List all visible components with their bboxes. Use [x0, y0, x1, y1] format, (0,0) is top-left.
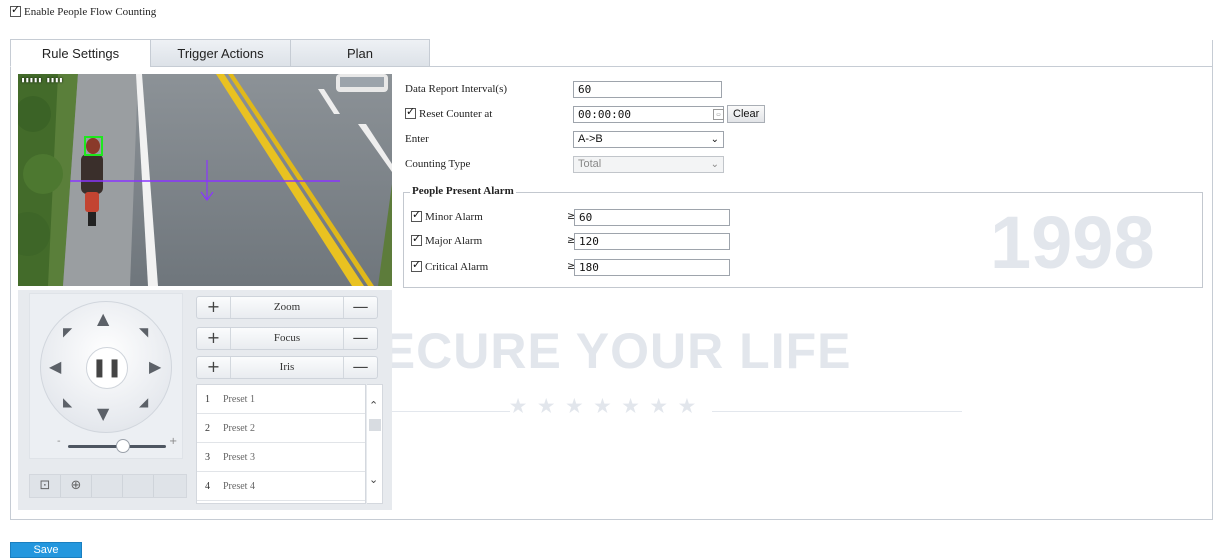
- counting-type-value: Total: [578, 158, 602, 170]
- enter-value: A->B: [578, 133, 603, 145]
- chevron-down-icon: ⌄: [710, 159, 719, 170]
- preset-number: 3: [205, 452, 210, 463]
- direction-pad: ▲ ▼ ◀ ▶ ◤ ◥ ◣ ◢ ❚❚ - +: [29, 293, 183, 459]
- reset-counter-label: Reset Counter at: [419, 108, 493, 120]
- arrow-up-left-icon[interactable]: ◤: [63, 326, 72, 338]
- minor-alarm-threshold-input[interactable]: 60: [574, 209, 730, 226]
- critical-alarm-threshold-input[interactable]: 180: [574, 259, 730, 276]
- enter-label: Enter: [405, 133, 429, 145]
- ptz-toolbar: ⊡ ⊕: [29, 474, 187, 498]
- tab-bar: Rule Settings Trigger Actions Plan: [10, 39, 430, 67]
- arrow-up-icon[interactable]: ▲: [97, 311, 109, 327]
- preset-number: 4: [205, 481, 210, 492]
- lock-icon[interactable]: ⊡: [30, 475, 61, 497]
- major-alarm-label: Major Alarm: [425, 235, 483, 247]
- major-alarm-checkbox[interactable]: [411, 232, 422, 246]
- preset-number: 1: [205, 394, 210, 405]
- zoom-label: Zoom: [273, 301, 301, 313]
- major-alarm-checkbox-label[interactable]: Major Alarm: [411, 232, 483, 247]
- tab-plan[interactable]: Plan: [290, 39, 430, 67]
- pause-button[interactable]: ❚❚: [86, 347, 128, 389]
- speed-plus-label: +: [169, 436, 178, 447]
- critical-alarm-checkbox[interactable]: [411, 258, 422, 272]
- direction-pad-ring: ▲ ▼ ◀ ▶ ◤ ◥ ◣ ◢ ❚❚: [40, 301, 172, 433]
- tab-rule-settings[interactable]: Rule Settings: [10, 39, 150, 67]
- clear-button[interactable]: Clear: [727, 105, 766, 123]
- enable-people-flow-checkbox[interactable]: Enable People Flow Counting: [10, 3, 157, 18]
- arrow-down-right-icon[interactable]: ◢: [139, 396, 148, 408]
- 3d-positioning-icon[interactable]: ⊕: [61, 475, 92, 497]
- preset-name: Preset 3: [223, 452, 255, 463]
- iris-minus-button[interactable]: —: [343, 357, 377, 378]
- arrow-down-left-icon[interactable]: ◣: [63, 396, 72, 408]
- preset-name: Preset 1: [223, 394, 255, 405]
- minor-alarm-checkbox[interactable]: [411, 208, 422, 222]
- people-present-alarm-fieldset: [403, 192, 1203, 288]
- scroll-up-icon[interactable]: ⌃: [369, 399, 378, 412]
- tab-underline: [430, 66, 1213, 67]
- counting-type-select: Total ⌄: [573, 156, 724, 173]
- iris-plus-button[interactable]: +: [197, 357, 231, 378]
- minor-alarm-label: Minor Alarm: [425, 211, 483, 223]
- chevron-down-icon: ⌄: [710, 134, 719, 145]
- arrow-up-right-icon[interactable]: ◥: [139, 326, 148, 338]
- speed-minus-label: -: [57, 436, 61, 447]
- focus-control: + Focus —: [196, 327, 378, 350]
- pause-icon: ❚❚: [91, 357, 123, 378]
- zoom-in-button[interactable]: +: [197, 297, 231, 318]
- speed-slider-knob[interactable]: [116, 439, 130, 453]
- critical-alarm-checkbox-label[interactable]: Critical Alarm: [411, 258, 489, 273]
- preset-name: Preset 4: [223, 481, 255, 492]
- focus-minus-button[interactable]: —: [343, 328, 377, 349]
- preset-number: 2: [205, 423, 210, 434]
- arrow-right-icon[interactable]: ▶: [149, 359, 161, 375]
- zoom-out-button[interactable]: —: [343, 297, 377, 318]
- focus-label: Focus: [273, 332, 301, 344]
- tab-trigger-actions[interactable]: Trigger Actions: [150, 39, 290, 67]
- scroll-down-icon[interactable]: ⌄: [369, 473, 378, 486]
- reset-counter-checkbox[interactable]: [405, 105, 416, 119]
- enable-people-flow-label: Enable People Flow Counting: [24, 6, 157, 18]
- preset-scrollbar[interactable]: ⌃ ⌄: [367, 384, 383, 504]
- preset-item[interactable]: 3 Preset 3: [197, 443, 365, 472]
- arrow-down-icon[interactable]: ▼: [97, 406, 109, 422]
- toolbar-slot-3: [92, 475, 123, 497]
- reset-counter-checkbox-label[interactable]: Reset Counter at: [405, 105, 493, 120]
- reset-counter-time-value: 00:00:00: [578, 108, 631, 121]
- osd-text-overlay: ▮▮▮▮▮ ▮▮▮▮: [21, 76, 64, 84]
- minor-alarm-checkbox-label[interactable]: Minor Alarm: [411, 208, 483, 223]
- iris-control: + Iris —: [196, 356, 378, 379]
- data-report-interval-label: Data Report Interval(s): [405, 83, 508, 95]
- preset-name: Preset 2: [223, 423, 255, 434]
- focus-plus-button[interactable]: +: [197, 328, 231, 349]
- critical-alarm-label: Critical Alarm: [425, 261, 489, 273]
- enter-select[interactable]: A->B ⌄: [573, 131, 724, 148]
- preset-list: 1 Preset 1 2 Preset 2 3 Preset 3 4 Preset 4: [196, 384, 366, 504]
- time-picker-icon[interactable]: ▭: [713, 109, 724, 120]
- counting-type-label: Counting Type: [405, 158, 471, 170]
- toolbar-slot-4: [123, 475, 154, 497]
- people-present-alarm-legend: People Present Alarm: [410, 185, 516, 197]
- checkbox-icon[interactable]: [10, 3, 21, 17]
- iris-label: Iris: [279, 361, 295, 373]
- ptz-control-panel: ▲ ▼ ◀ ▶ ◤ ◥ ◣ ◢ ❚❚ - + ⊡ ⊕ + Zoom — + Fo…: [18, 290, 392, 510]
- major-alarm-threshold-input[interactable]: 120: [574, 233, 730, 250]
- road-scene: [18, 74, 392, 286]
- reset-counter-time-input[interactable]: 00:00:00 ▭: [573, 106, 724, 123]
- preset-item[interactable]: 2 Preset 2: [197, 414, 365, 443]
- scroll-thumb[interactable]: [369, 419, 381, 431]
- zoom-control: + Zoom —: [196, 296, 378, 319]
- arrow-left-icon[interactable]: ◀: [49, 359, 61, 375]
- preset-item[interactable]: 1 Preset 1: [197, 385, 365, 414]
- preset-item[interactable]: 4 Preset 4: [197, 472, 365, 501]
- video-preview[interactable]: ▮▮▮▮▮ ▮▮▮▮: [18, 74, 392, 286]
- data-report-interval-input[interactable]: 60: [573, 81, 722, 98]
